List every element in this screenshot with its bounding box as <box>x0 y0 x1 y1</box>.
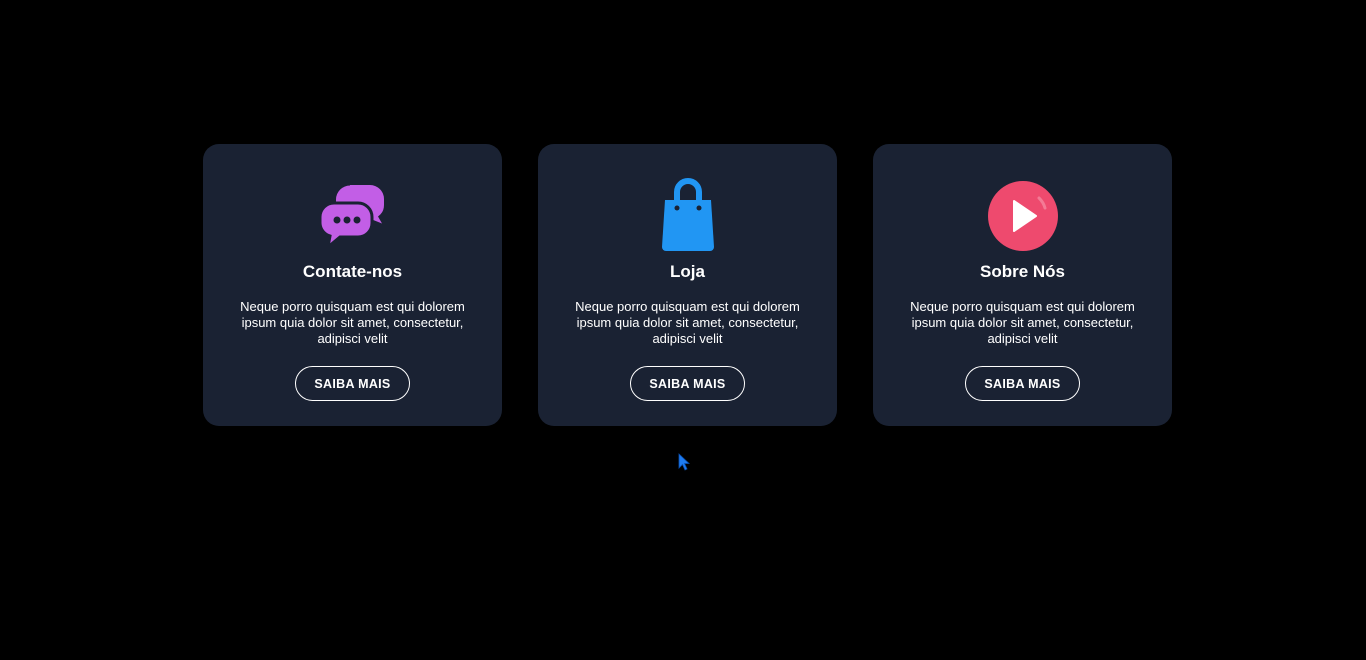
card-title: Loja <box>670 262 705 281</box>
card-description: Neque porro quisquam est qui dolorem ips… <box>240 299 465 346</box>
play-circle-icon <box>985 178 1061 254</box>
card-row: Contate-nos Neque porro quisquam est qui… <box>203 144 1172 426</box>
card-store: Loja Neque porro quisquam est qui dolore… <box>538 144 837 426</box>
card-description: Neque porro quisquam est qui dolorem ips… <box>575 299 800 346</box>
saiba-mais-button[interactable]: SAIBA MAIS <box>965 366 1080 401</box>
chat-bubbles-icon <box>315 178 391 254</box>
shopping-bag-icon <box>650 178 726 254</box>
card-description: Neque porro quisquam est qui dolorem ips… <box>910 299 1135 346</box>
saiba-mais-button[interactable]: SAIBA MAIS <box>295 366 410 401</box>
mouse-pointer-icon <box>678 453 691 471</box>
card-title: Sobre Nós <box>979 262 1066 281</box>
card-title: Contate-nos <box>302 262 403 281</box>
saiba-mais-button[interactable]: SAIBA MAIS <box>630 366 745 401</box>
page: Contate-nos Neque porro quisquam est qui… <box>0 0 1366 660</box>
card-about: Sobre Nós Neque porro quisquam est qui d… <box>873 144 1172 426</box>
card-contact: Contate-nos Neque porro quisquam est qui… <box>203 144 502 426</box>
